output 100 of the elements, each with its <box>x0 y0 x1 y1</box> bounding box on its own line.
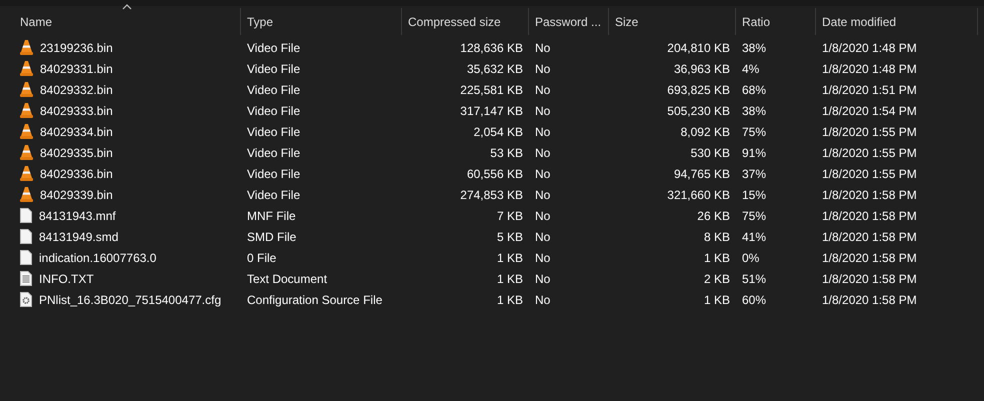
table-cell-text: 41% <box>741 230 768 244</box>
table-cell-text: 1 KB <box>702 250 731 264</box>
traffic-cone-icon <box>20 145 33 160</box>
table-cell-text: 75% <box>741 208 768 222</box>
gear-document-icon <box>20 292 32 307</box>
table-cell-text: 75% <box>741 124 768 138</box>
table-cell-text: 1/8/2020 1:58 PM <box>821 292 918 306</box>
column-header[interactable]: Name <box>8 8 241 35</box>
table-cell-text: 1 KB <box>496 292 524 306</box>
table-cell-text: 505,230 KB <box>666 104 731 118</box>
column-header[interactable]: Compressed size <box>402 8 529 35</box>
table-cell-text: No <box>534 250 552 264</box>
table-cell-text: 53 KB <box>489 146 524 160</box>
table-cell-text: 1/8/2020 1:58 PM <box>821 250 918 264</box>
table-cell-text: No <box>534 208 552 222</box>
table-cell-text: 94,765 KB <box>672 166 731 180</box>
table-cell-text: No <box>534 146 552 160</box>
table-cell-text: 2 KB <box>702 272 731 286</box>
table-cell-text: 225,581 KB <box>459 82 524 96</box>
table-cell-text: Video File <box>246 124 302 138</box>
table-cell-text: 1/8/2020 1:51 PM <box>821 82 918 96</box>
table-cell-text: 1/8/2020 1:58 PM <box>821 188 918 202</box>
table-cell-text: Video File <box>246 62 302 76</box>
traffic-cone-icon <box>20 187 33 202</box>
table-cell-text: 0% <box>741 250 760 264</box>
table-cell-text: Video File <box>246 188 302 202</box>
table-cell-text: 37% <box>741 166 768 180</box>
file-name[interactable]: 84029335.bin <box>40 146 113 160</box>
table-cell-text: 1/8/2020 1:54 PM <box>821 104 918 118</box>
traffic-cone-icon <box>20 82 33 97</box>
table-cell-text: No <box>534 124 552 138</box>
table-cell-text: 1/8/2020 1:48 PM <box>821 62 918 76</box>
table-cell-text: 2,054 KB <box>472 124 524 138</box>
table-cell-text: 51% <box>741 272 768 286</box>
file-name[interactable]: indication.16007763.0 <box>39 250 156 264</box>
column-header[interactable]: Type <box>241 8 402 35</box>
table-cell-text: Video File <box>246 146 302 160</box>
table-cell-text: 68% <box>741 82 768 96</box>
file-name[interactable]: 84029332.bin <box>40 82 113 96</box>
column-header[interactable]: Ratio <box>736 8 816 35</box>
table-cell-text: Video File <box>246 166 302 180</box>
table-cell-text: No <box>534 62 552 76</box>
document-icon <box>20 208 32 223</box>
file-name[interactable]: PNlist_16.3B020_7515400477.cfg <box>39 292 222 306</box>
table-cell-text: 8 KB <box>702 230 731 244</box>
file-name[interactable]: 84029333.bin <box>40 104 113 118</box>
table-cell-text: No <box>534 40 552 54</box>
table-cell-text: 693,825 KB <box>666 82 731 96</box>
file-name[interactable]: 23199236.bin <box>40 40 113 54</box>
table-cell-text: No <box>534 104 552 118</box>
traffic-cone-icon <box>20 61 33 76</box>
table-cell-text: 321,660 KB <box>666 188 731 202</box>
file-name[interactable]: 84029334.bin <box>40 124 113 138</box>
table-cell-text: 60% <box>741 292 768 306</box>
table-cell-text: Text Document <box>246 272 328 286</box>
traffic-cone-icon <box>20 166 33 181</box>
traffic-cone-icon <box>20 40 33 55</box>
table-cell-text: 274,853 KB <box>459 188 524 202</box>
table-cell-text: Configuration Source File <box>246 292 384 306</box>
file-name[interactable]: INFO.TXT <box>39 272 94 286</box>
file-name[interactable]: 84029336.bin <box>40 166 113 180</box>
table-cell-text: 26 KB <box>696 208 731 222</box>
table-cell-text: No <box>534 230 552 244</box>
table-cell-text: No <box>534 272 552 286</box>
table-cell-text: 530 KB <box>690 146 731 160</box>
table-cell-text: 0 File <box>246 250 278 264</box>
table-cell-text: 35,632 KB <box>466 62 524 76</box>
table-cell-text: Video File <box>246 82 302 96</box>
column-header[interactable]: Password ... <box>529 8 609 35</box>
file-name[interactable]: 84029331.bin <box>40 62 113 76</box>
table-cell-text: 38% <box>741 104 768 118</box>
table-cell-text: MNF File <box>246 208 297 222</box>
text-document-icon <box>20 271 32 286</box>
table-cell-text: 128,636 KB <box>459 40 524 54</box>
table-cell-text: 15% <box>741 188 768 202</box>
table-cell-text: Video File <box>246 104 302 118</box>
table-cell-text: 91% <box>741 146 768 160</box>
file-name[interactable]: 84131949.smd <box>39 230 118 244</box>
table-cell-text: 1 KB <box>702 292 731 306</box>
table-cell-text: 7 KB <box>496 208 524 222</box>
column-header[interactable]: Size <box>609 8 736 35</box>
file-name[interactable]: 84029339.bin <box>40 188 113 202</box>
table-cell-text: 36,963 KB <box>672 62 731 76</box>
table-cell-text: 1 KB <box>496 250 524 264</box>
table-cell-text: 60,556 KB <box>466 166 524 180</box>
table-cell-text: No <box>534 82 552 96</box>
table-cell-text: 4% <box>741 62 760 76</box>
table-cell-text: 1/8/2020 1:55 PM <box>821 166 918 180</box>
table-cell-text: 1/8/2020 1:55 PM <box>821 124 918 138</box>
table-cell-text: 1/8/2020 1:55 PM <box>821 146 918 160</box>
table-cell-text: No <box>534 188 552 202</box>
file-name[interactable]: 84131943.mnf <box>39 208 116 222</box>
table-cell-text: SMD File <box>246 230 298 244</box>
table-cell-text: 1/8/2020 1:58 PM <box>821 272 918 286</box>
table-cell-text: 1 KB <box>496 272 524 286</box>
document-icon <box>20 250 32 265</box>
table-cell-text: 317,147 KB <box>459 104 524 118</box>
table-cell-text: 1/8/2020 1:58 PM <box>821 230 918 244</box>
column-header[interactable]: Date modified <box>816 8 978 35</box>
table-cell-text: 5 KB <box>496 230 524 244</box>
